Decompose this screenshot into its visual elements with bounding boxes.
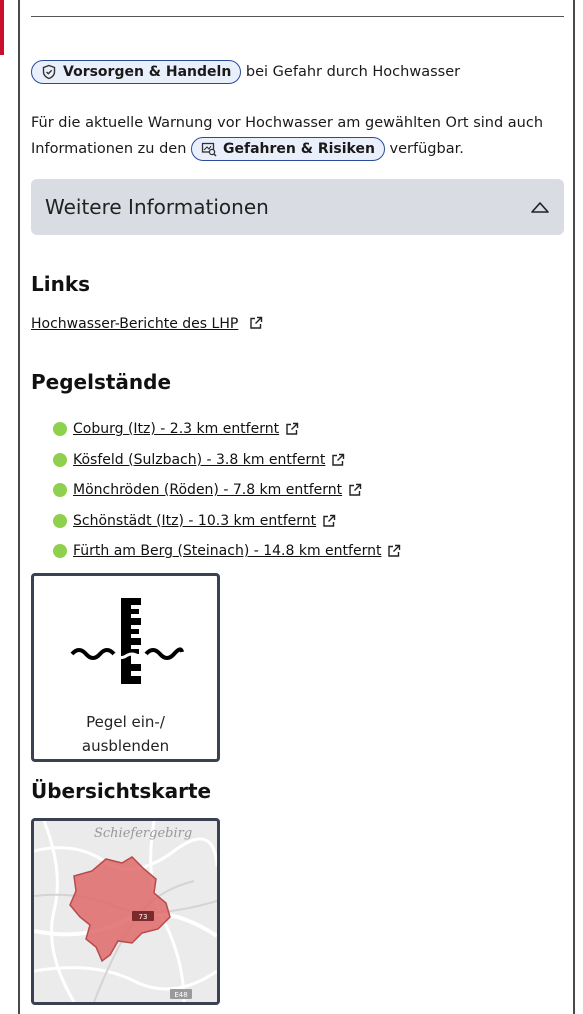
map-search-icon — [201, 142, 217, 157]
hochwasser-berichte-link[interactable]: Hochwasser-Berichte des LHP — [31, 316, 238, 332]
list-item: Kösfeld (Sulzbach) - 3.8 km entfernt — [53, 445, 401, 476]
toggle-label-line2: ausblenden — [81, 737, 170, 755]
toggle-label-line1: Pegel ein-/ — [86, 713, 165, 731]
road-label-73: 73 — [139, 913, 148, 921]
weitere-informationen-accordion[interactable]: Weitere Informationen — [31, 179, 564, 235]
water-gauge-icon — [70, 598, 184, 684]
gauge-link-coburg[interactable]: Coburg (Itz) - 2.3 km entfernt — [73, 421, 279, 437]
vorsorgen-suffix: bei Gefahr durch Hochwasser — [245, 64, 461, 80]
vorsorgen-handeln-label: Vorsorgen & Handeln — [63, 64, 232, 80]
panel-border-left — [18, 0, 20, 1014]
status-dot — [53, 544, 67, 559]
uebersichtskarte-heading: Übersichtskarte — [31, 779, 212, 803]
overview-map[interactable]: 73 E48 Schiefergebirg — [31, 818, 220, 1005]
vorsorgen-line: Vorsorgen & Handeln bei Gefahr durch Hoc… — [31, 60, 460, 84]
accordion-title: Weitere Informationen — [45, 195, 269, 219]
gauge-link-schoenstaedt[interactable]: Schönstädt (Itz) - 10.3 km entfernt — [73, 513, 316, 529]
warning-paragraph: Für die aktuelle Warnung vor Hochwasser … — [31, 110, 564, 162]
external-link-icon — [286, 423, 299, 435]
links-list: Hochwasser-Berichte des LHP — [31, 313, 263, 332]
status-dot — [53, 483, 67, 498]
list-item: Coburg (Itz) - 2.3 km entfernt — [53, 414, 401, 445]
gauge-list: Coburg (Itz) - 2.3 km entfernt Kösfeld (… — [53, 414, 401, 567]
status-dot — [53, 452, 67, 467]
status-dot — [53, 513, 67, 528]
vorsorgen-handeln-button[interactable]: Vorsorgen & Handeln — [31, 60, 242, 84]
shield-check-icon — [42, 64, 56, 80]
gauge-link-moenchroeden[interactable]: Mönchröden (Röden) - 7.8 km entfernt — [73, 482, 342, 498]
list-item: Fürth am Berg (Steinach) - 14.8 km entfe… — [53, 536, 401, 567]
pegel-toggle-button[interactable]: Pegel ein-/ ausblenden — [31, 573, 220, 762]
external-link-icon — [349, 484, 362, 496]
list-item: Mönchröden (Röden) - 7.8 km entfernt — [53, 475, 401, 506]
road-label-e48: E48 — [174, 991, 187, 999]
left-rail — [0, 0, 4, 1014]
gefahren-risiken-label: Gefahren & Risiken — [223, 141, 375, 157]
list-item: Schönstädt (Itz) - 10.3 km entfernt — [53, 506, 401, 537]
external-link-icon — [388, 545, 401, 557]
external-link-icon — [250, 316, 263, 329]
chevron-up-icon — [531, 202, 549, 213]
red-side-tab[interactable] — [0, 0, 4, 55]
external-link-icon — [323, 514, 336, 527]
external-link-icon — [332, 453, 345, 466]
toggle-label: Pegel ein-/ ausblenden — [34, 710, 217, 758]
map-place-label: Schiefergebirg — [94, 826, 192, 841]
status-dot — [53, 422, 67, 437]
panel-border-right — [573, 0, 575, 1014]
gefahren-risiken-button[interactable]: Gefahren & Risiken — [191, 137, 385, 161]
divider — [31, 16, 564, 17]
warning-text-part2: verfügbar. — [389, 141, 464, 157]
map-image: 73 E48 Schiefergebirg — [34, 821, 217, 1002]
gauge-link-fuerth[interactable]: Fürth am Berg (Steinach) - 14.8 km entfe… — [73, 543, 381, 559]
gauge-link-koesfeld[interactable]: Kösfeld (Sulzbach) - 3.8 km entfernt — [73, 452, 325, 468]
pegelstaende-heading: Pegelstände — [31, 370, 172, 394]
links-heading: Links — [31, 272, 91, 296]
